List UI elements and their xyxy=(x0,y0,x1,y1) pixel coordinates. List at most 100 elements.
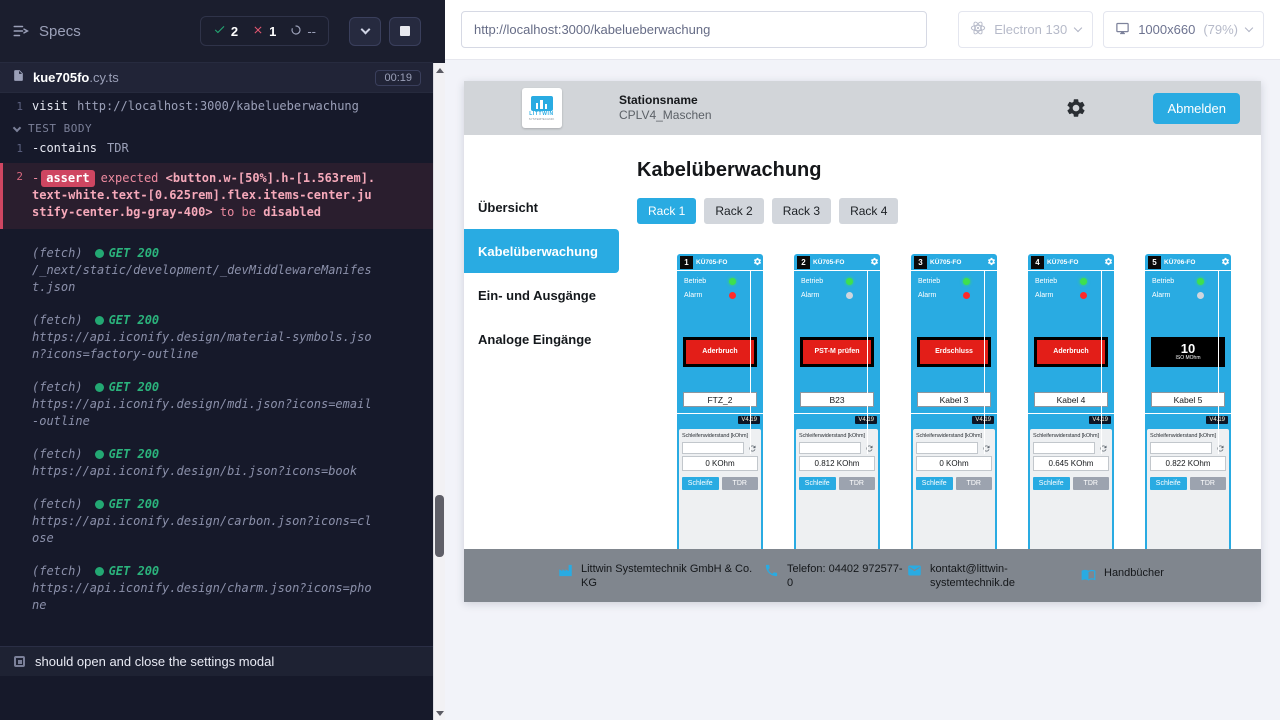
assert-state: disabled xyxy=(263,205,321,219)
resistance-label: Schleifenwiderstand [kOhm] xyxy=(916,433,992,439)
viewport-size: 1000x660 xyxy=(1138,22,1195,37)
refresh-icon[interactable] xyxy=(863,444,875,453)
sidebar-item[interactable]: Übersicht xyxy=(464,185,619,229)
test-body-toggle[interactable]: TEST BODY xyxy=(0,116,433,139)
aut-viewport: LITTWIN SYSTEMTECHNIK Stationsname CPLV4… xyxy=(445,60,1280,720)
cable-name-field: FTZ_2 xyxy=(683,392,757,407)
failed-assert-command[interactable]: 2 -assertexpected <button.w-[50%].h-[1.5… xyxy=(0,163,433,229)
scrollbar-up-arrow[interactable] xyxy=(434,63,445,77)
app-sidebar: Übersicht Kabelüberwachung Ein- und Ausg… xyxy=(464,135,619,549)
line-number-empty xyxy=(0,446,32,480)
collapse-runner-button[interactable] xyxy=(349,17,381,46)
stop-run-button[interactable] xyxy=(389,17,421,46)
betrieb-led-icon xyxy=(1197,278,1204,285)
device-card-list: 1 KÜ705-FO Betrieb xyxy=(677,254,1261,549)
rack-tab[interactable]: Rack 2 xyxy=(704,198,763,224)
url-input[interactable] xyxy=(461,11,927,48)
next-test-row[interactable]: should open and close the settings modal xyxy=(0,646,433,676)
visit-command[interactable]: 1 visit http://localhost:3000/kabelueber… xyxy=(0,97,433,116)
alarm-row: Alarm xyxy=(1035,292,1087,299)
tdr-button[interactable]: TDR xyxy=(1073,477,1110,490)
schleife-button[interactable]: Schleife xyxy=(682,477,719,490)
resistance-value: 0.822 KOhm xyxy=(1150,456,1226,471)
resistance-value: 0.812 KOhm xyxy=(799,456,875,471)
tdr-button[interactable]: TDR xyxy=(722,477,759,490)
line-number-empty xyxy=(0,379,32,430)
fetch-log-entry[interactable]: (fetch) GET 200 https://api.iconify.desi… xyxy=(0,446,433,480)
specs-button[interactable]: Specs xyxy=(12,22,81,40)
fetch-headline: (fetch) GET 200 xyxy=(32,496,377,513)
fetch-log-entry[interactable]: (fetch) GET 200 https://api.iconify.desi… xyxy=(0,563,433,614)
device-model-label: KÜ705-FO xyxy=(930,259,961,266)
sidebar-item[interactable]: Ein- und Ausgänge xyxy=(464,273,619,317)
tdr-button[interactable]: TDR xyxy=(1190,477,1227,490)
passed-count: 2 xyxy=(231,24,238,39)
logout-button[interactable]: Abmelden xyxy=(1153,93,1240,124)
fetch-log-entry[interactable]: (fetch) GET 200 /_next/static/developmen… xyxy=(0,245,433,296)
sidebar-item[interactable]: Kabelüberwachung xyxy=(464,229,619,273)
device-gear-icon[interactable] xyxy=(1104,257,1113,266)
cypress-window: Specs 2 1 -- kue705fo.cy xyxy=(0,0,1280,720)
rack-tab[interactable]: Rack 1 xyxy=(637,198,696,224)
cypress-runner-panel: Specs 2 1 -- kue705fo.cy xyxy=(0,0,433,720)
card-button-row: Schleife TDR xyxy=(916,477,992,490)
footer-manuals[interactable]: Handbücher xyxy=(1081,566,1164,585)
settings-gear-icon[interactable] xyxy=(1065,97,1087,119)
phone-icon xyxy=(764,562,779,581)
rack-tab[interactable]: Rack 4 xyxy=(839,198,898,224)
fetch-log-entry[interactable]: (fetch) GET 200 https://api.iconify.desi… xyxy=(0,496,433,547)
device-card: 4 KÜ705-FO Betrieb xyxy=(1028,254,1114,549)
stat-failed[interactable]: 1 xyxy=(252,24,276,39)
device-gear-icon[interactable] xyxy=(753,257,762,266)
device-gear-icon[interactable] xyxy=(1221,257,1230,266)
scrollbar-thumb[interactable] xyxy=(435,495,444,557)
device-card-header: 1 KÜ705-FO xyxy=(677,254,763,271)
device-card: 2 KÜ705-FO Betrieb xyxy=(794,254,880,549)
tdr-button[interactable]: TDR xyxy=(839,477,876,490)
stat-passed[interactable]: 2 xyxy=(213,23,238,39)
refresh-icon[interactable] xyxy=(1214,444,1226,453)
contains-command[interactable]: 1 -contains TDR xyxy=(0,139,433,158)
device-card-header: 4 KÜ705-FO xyxy=(1028,254,1114,271)
status-ok-dot-icon xyxy=(95,500,104,509)
betrieb-row: Betrieb xyxy=(918,278,970,285)
specs-list-icon xyxy=(12,22,30,40)
aut-url-bar: Electron 130 1000x660 (79%) xyxy=(445,0,1280,60)
schleife-button[interactable]: Schleife xyxy=(1150,477,1187,490)
device-gear-icon[interactable] xyxy=(987,257,996,266)
tdr-button[interactable]: TDR xyxy=(956,477,993,490)
fetch-status: GET 200 xyxy=(109,446,160,463)
refresh-icon[interactable] xyxy=(1097,444,1109,453)
browser-select[interactable]: Electron 130 xyxy=(958,11,1093,48)
sidebar-item[interactable]: Analoge Eingänge xyxy=(464,317,619,361)
refresh-icon[interactable] xyxy=(980,444,992,453)
alarm-led-icon xyxy=(1080,292,1087,299)
specs-label: Specs xyxy=(39,23,81,40)
device-gear-icon[interactable] xyxy=(870,257,879,266)
rack-tab[interactable]: Rack 3 xyxy=(772,198,831,224)
fetch-log-entry[interactable]: (fetch) GET 200 https://api.iconify.desi… xyxy=(0,379,433,430)
fetch-label: (fetch) xyxy=(32,312,83,329)
betrieb-led-icon xyxy=(1080,278,1087,285)
stat-pending[interactable]: -- xyxy=(290,24,316,39)
refresh-icon[interactable] xyxy=(746,444,758,453)
schleife-button[interactable]: Schleife xyxy=(1033,477,1070,490)
fetch-body: (fetch) GET 200 https://api.iconify.desi… xyxy=(32,496,377,547)
resistance-label: Schleifenwiderstand [kOhm] xyxy=(799,433,875,439)
scrollbar-track[interactable] xyxy=(433,63,445,720)
fetch-url: https://api.iconify.design/bi.json?icons… xyxy=(32,463,377,480)
assert-pre: expected xyxy=(101,171,159,185)
scrollbar-header-gap xyxy=(433,0,445,63)
status-box: PST-M prüfen xyxy=(800,337,874,367)
footer-email[interactable]: kontakt@littwin-systemtechnik.de xyxy=(907,562,1081,590)
page-content: Kabelüberwachung Rack 1 Rack 2 Rack 3 Ra… xyxy=(619,135,1261,549)
station-label: Stationsname xyxy=(619,93,712,108)
schleife-button[interactable]: Schleife xyxy=(799,477,836,490)
status-ok-dot-icon xyxy=(95,316,104,325)
device-number-badge: 1 xyxy=(680,256,693,269)
spec-filename[interactable]: kue705fo.cy.ts xyxy=(33,69,119,87)
viewport-select[interactable]: 1000x660 (79%) xyxy=(1103,11,1264,48)
fetch-log-entry[interactable]: (fetch) GET 200 https://api.iconify.desi… xyxy=(0,312,433,363)
schleife-button[interactable]: Schleife xyxy=(916,477,953,490)
scrollbar-down-arrow[interactable] xyxy=(434,706,445,720)
